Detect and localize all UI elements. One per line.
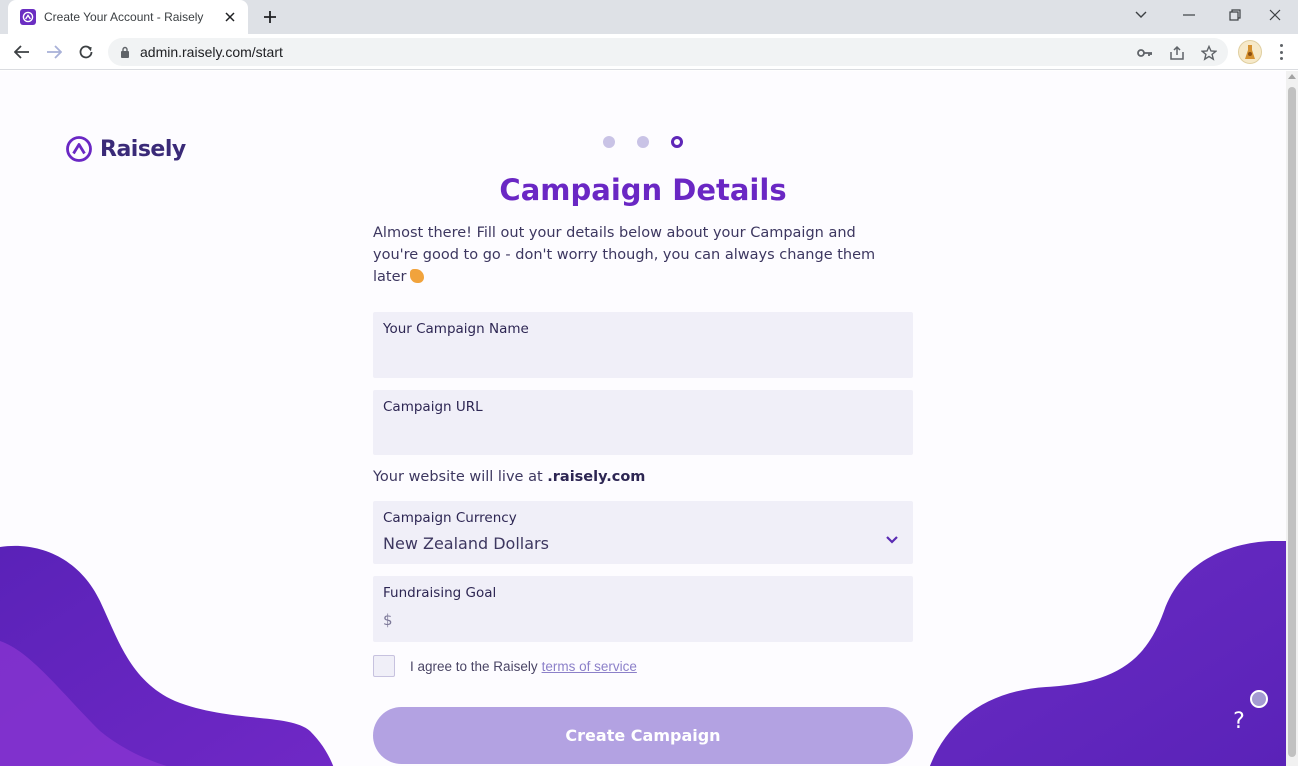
campaign-name-field[interactable]: Your Campaign Name <box>373 312 913 378</box>
browser-tab-active[interactable]: Create Your Account - Raisely <box>8 0 248 34</box>
campaign-url-input[interactable] <box>383 424 898 448</box>
new-tab-icon[interactable] <box>258 6 282 28</box>
reload-icon[interactable] <box>72 38 100 66</box>
profile-avatar-icon[interactable] <box>1238 40 1262 64</box>
tab-title: Create Your Account - Raisely <box>44 10 204 24</box>
step-indicator-3 <box>671 136 683 148</box>
terms-agreement: I agree to the Raisely terms of service <box>373 655 637 677</box>
fundraising-goal-input[interactable] <box>399 609 899 633</box>
browser-tabstrip: Create Your Account - Raisely <box>0 0 1298 34</box>
help-question-icon: ? <box>1233 708 1245 734</box>
campaign-url-field[interactable]: Campaign URL <box>373 390 913 455</box>
tab-search-chevron-icon[interactable] <box>1118 0 1164 30</box>
page-title: Campaign Details <box>499 173 787 207</box>
page-scrollbar[interactable] <box>1286 71 1298 766</box>
terms-text: I agree to the Raisely <box>410 658 538 674</box>
help-status-dot <box>1250 690 1268 708</box>
url-hint-domain: .raisely.com <box>547 469 646 485</box>
share-icon[interactable] <box>1168 44 1186 62</box>
back-arrow-icon[interactable] <box>8 38 36 66</box>
sweat-emoji-icon <box>410 269 425 283</box>
scroll-up-arrow-icon[interactable] <box>1288 74 1296 79</box>
help-button[interactable]: ? <box>1224 703 1254 739</box>
address-bar[interactable]: admin.raisely.com/start <box>108 38 1228 66</box>
scroll-thumb[interactable] <box>1288 87 1296 757</box>
campaign-name-label: Your Campaign Name <box>383 321 529 337</box>
create-campaign-button[interactable]: Create Campaign <box>373 707 913 764</box>
currency-prefix: $ <box>383 611 393 629</box>
decorative-wave-left <box>0 546 334 766</box>
campaign-currency-value: New Zealand Dollars <box>383 534 549 553</box>
browser-menu-icon[interactable] <box>1272 42 1290 62</box>
chevron-down-icon <box>886 536 898 544</box>
fundraising-goal-field[interactable]: Fundraising Goal $ <box>373 576 913 642</box>
lock-icon <box>120 43 130 62</box>
browser-toolbar: admin.raisely.com/start <box>0 34 1298 70</box>
progress-steps <box>603 136 705 148</box>
campaign-name-input[interactable] <box>383 346 898 370</box>
step-indicator-2 <box>637 136 649 148</box>
url-hint: Your website will live at .raisely.com <box>373 469 645 485</box>
raisely-favicon-icon <box>20 9 36 25</box>
step-indicator-1 <box>603 136 615 148</box>
page-content: Raisely Campaign Details Almost there! F… <box>0 71 1286 766</box>
close-window-icon[interactable] <box>1252 0 1298 30</box>
address-url: admin.raisely.com/start <box>140 44 283 60</box>
forward-arrow-icon[interactable] <box>40 38 68 66</box>
bookmark-star-icon[interactable] <box>1200 44 1218 62</box>
raisely-logo[interactable]: Raisely <box>65 135 186 163</box>
campaign-currency-label: Campaign Currency <box>383 510 517 526</box>
logo-text: Raisely <box>100 136 186 162</box>
terms-of-service-link[interactable]: terms of service <box>542 659 637 674</box>
campaign-url-label: Campaign URL <box>383 399 483 415</box>
terms-checkbox[interactable] <box>373 655 395 677</box>
raisely-logo-icon <box>66 136 92 162</box>
url-hint-prefix: Your website will live at <box>373 469 548 485</box>
tab-close-icon[interactable] <box>222 9 238 25</box>
minimize-icon[interactable] <box>1166 0 1212 30</box>
fundraising-goal-label: Fundraising Goal <box>383 585 497 601</box>
intro-text: Almost there! Fill out your details belo… <box>373 222 903 288</box>
intro-copy: Almost there! Fill out your details belo… <box>373 225 876 285</box>
key-icon[interactable] <box>1136 44 1154 62</box>
campaign-currency-select[interactable]: Campaign Currency New Zealand Dollars <box>373 501 913 564</box>
